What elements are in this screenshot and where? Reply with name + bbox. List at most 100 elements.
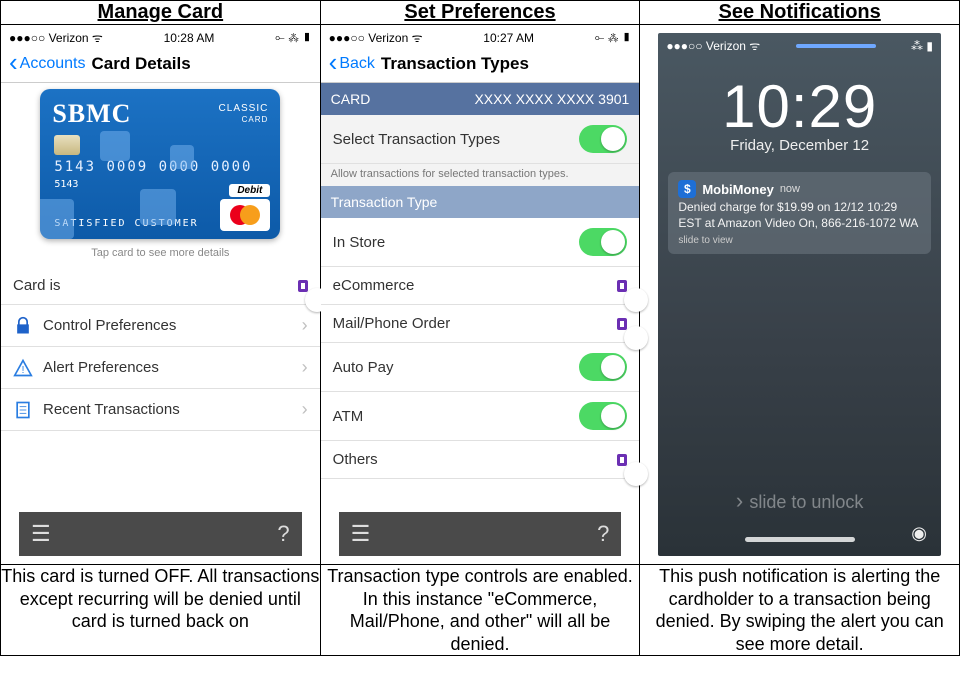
notif-time: now [780, 183, 800, 195]
control-pref-label: Control Preferences [43, 317, 176, 334]
in-store-label: In Store [333, 234, 386, 251]
card-debit-badge: Debit [229, 184, 270, 197]
help-icon[interactable]: ? [277, 521, 289, 547]
slide-to-unlock[interactable]: slide to unlock [658, 488, 941, 514]
card-number: 5143 0009 0000 0000 [54, 159, 252, 175]
row-ecommerce: eCommerce [321, 267, 640, 305]
back-button[interactable]: Back [329, 55, 375, 73]
chevron-right-icon: › [302, 399, 308, 420]
row-others: Others [321, 441, 640, 479]
lock-date: Friday, December 12 [658, 137, 941, 154]
comparison-table: Manage Card Set Preferences See Notifica… [0, 0, 960, 656]
chevron-right-icon: › [302, 357, 308, 378]
nav-bar: Accounts Card Details [1, 48, 320, 83]
card-number-small: 5143 [54, 179, 78, 190]
card-band-value: XXXX XXXX XXXX 3901 [474, 91, 629, 107]
push-notification[interactable]: $ MobiMoney now Denied charge for $19.99… [668, 172, 931, 254]
card-band: CARD XXXX XXXX XXXX 3901 [321, 83, 640, 115]
card-image[interactable]: SBMC CLASSIC CARD 5143 0009 0000 0000 51… [40, 89, 280, 239]
caption-set-preferences: Transaction type controls are enabled. I… [320, 565, 640, 656]
others-label: Others [333, 451, 378, 468]
back-label: Back [339, 55, 375, 73]
select-types-label: Select Transaction Types [333, 131, 500, 148]
chevron-right-icon: › [302, 315, 308, 336]
bottom-bar: ☰ ? [339, 512, 622, 556]
camera-icon[interactable]: ◉ [911, 523, 927, 544]
recent-trans-label: Recent Transactions [43, 401, 180, 418]
svg-text:!: ! [22, 365, 25, 376]
home-indicator [745, 537, 855, 542]
in-store-toggle[interactable] [579, 228, 627, 256]
tap-card-hint: Tap card to see more details [1, 243, 320, 267]
auto-pay-label: Auto Pay [333, 359, 394, 376]
status-battery: ⟜ ⁂ ▮ [275, 30, 312, 45]
ecommerce-label: eCommerce [333, 277, 415, 294]
header-set-preferences: Set Preferences [320, 1, 640, 25]
row-atm: ATM [321, 392, 640, 441]
status-battery: ⁂ ▮ [911, 39, 933, 53]
receipt-icon [13, 400, 33, 420]
lock-screen: ●●●○○ Verizon ᯤ ⁂ ▮ 10:29 Friday, Decemb… [658, 33, 941, 556]
status-carrier: ●●●○○ Verizon ᯤ [329, 29, 423, 46]
row-mail-phone: Mail/Phone Order [321, 305, 640, 343]
mastercard-icon [220, 199, 270, 231]
help-icon[interactable]: ? [597, 521, 609, 547]
status-battery: ⟜ ⁂ ▮ [595, 30, 632, 45]
status-time: 10:28 AM [164, 31, 215, 45]
page-title: Card Details [91, 54, 190, 74]
card-toggle-highlight [298, 280, 308, 292]
auto-pay-toggle[interactable] [579, 353, 627, 381]
screen-notifications: ●●●○○ Verizon ᯤ ⁂ ▮ 10:29 Friday, Decemb… [640, 25, 960, 565]
bottom-bar: ☰ ? [19, 512, 302, 556]
card-band-label: CARD [331, 91, 371, 107]
nav-bar: Back Transaction Types [321, 48, 640, 83]
atm-label: ATM [333, 408, 364, 425]
mail-phone-label: Mail/Phone Order [333, 315, 451, 332]
transaction-type-band: Transaction Type [321, 186, 640, 218]
back-label: Accounts [20, 55, 86, 73]
row-card-is: Card is [1, 267, 320, 305]
notif-app-name: MobiMoney [702, 182, 774, 197]
status-carrier: ●●●○○ Verizon ᯤ [9, 29, 103, 46]
caption-manage-card: This card is turned OFF. All transaction… [1, 565, 321, 656]
screen-set-preferences: ●●●○○ Verizon ᯤ 10:27 AM ⟜ ⁂ ▮ Back Tran… [320, 25, 640, 565]
status-progress-icon [796, 44, 876, 48]
row-select-types: Select Transaction Types [321, 115, 640, 164]
row-in-store: In Store [321, 218, 640, 267]
select-types-subtext: Allow transactions for selected transact… [321, 164, 640, 186]
atm-toggle[interactable] [579, 402, 627, 430]
mail-phone-highlight [617, 318, 627, 330]
alert-icon: ! [13, 358, 33, 378]
header-see-notifications: See Notifications [640, 1, 960, 25]
others-highlight [617, 454, 627, 466]
lock-icon [13, 316, 33, 336]
lock-time: 10:29 [658, 72, 941, 141]
caption-notifications: This push notification is alerting the c… [640, 565, 960, 656]
row-control-preferences[interactable]: Control Preferences › [1, 305, 320, 347]
card-variant: CLASSIC CARD [219, 103, 269, 125]
notif-body: Denied charge for $19.99 on 12/12 10:29 … [678, 200, 921, 231]
card-chip-icon [54, 135, 80, 155]
row-auto-pay: Auto Pay [321, 343, 640, 392]
select-types-toggle[interactable] [579, 125, 627, 153]
back-button[interactable]: Accounts [9, 55, 85, 73]
status-bar: ●●●○○ Verizon ᯤ 10:28 AM ⟜ ⁂ ▮ [1, 25, 320, 48]
ecommerce-highlight [617, 280, 627, 292]
notif-app-icon: $ [678, 180, 696, 198]
notif-slide-hint: slide to view [678, 235, 921, 246]
row-alert-preferences[interactable]: ! Alert Preferences › [1, 347, 320, 389]
status-bar: ●●●○○ Verizon ᯤ ⁂ ▮ [658, 33, 941, 56]
hamburger-icon[interactable]: ☰ [31, 521, 51, 547]
header-manage-card: Manage Card [1, 1, 321, 25]
page-title: Transaction Types [381, 54, 529, 74]
status-bar: ●●●○○ Verizon ᯤ 10:27 AM ⟜ ⁂ ▮ [321, 25, 640, 48]
hamburger-icon[interactable]: ☰ [351, 521, 371, 547]
status-carrier: ●●●○○ Verizon ᯤ [666, 37, 760, 54]
card-is-label: Card is [13, 277, 61, 294]
notif-header: $ MobiMoney now [678, 180, 921, 198]
status-time: 10:27 AM [483, 31, 534, 45]
row-recent-transactions[interactable]: Recent Transactions › [1, 389, 320, 431]
alert-pref-label: Alert Preferences [43, 359, 159, 376]
screen-manage-card: ●●●○○ Verizon ᯤ 10:28 AM ⟜ ⁂ ▮ Accounts … [1, 25, 321, 565]
card-holder: SATISFIED CUSTOMER [54, 218, 198, 229]
